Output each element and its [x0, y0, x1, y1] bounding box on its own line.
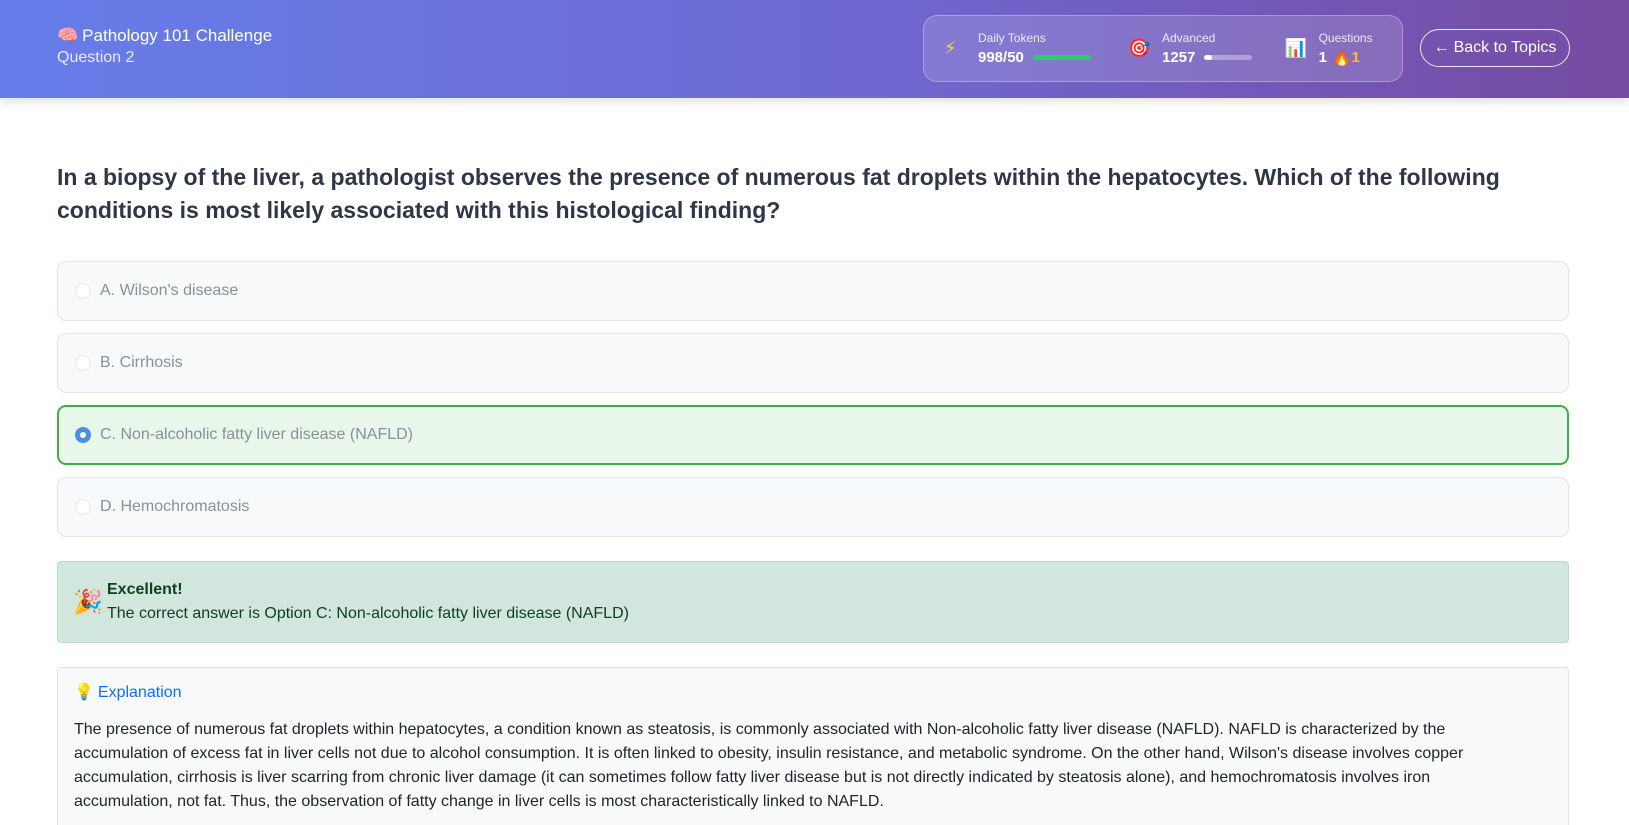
answer-feedback: 🎉 Excellent! The correct answer is Optio… — [57, 561, 1569, 643]
fire-icon: 🔥 — [1332, 49, 1352, 67]
challenge-title-text: Pathology 101 Challenge — [82, 26, 273, 45]
questions-label: Questions — [1318, 30, 1373, 45]
daily-tokens-progress — [1032, 55, 1091, 60]
answer-options: A. Wilson's disease B. Cirrhosis C. Non-… — [57, 261, 1569, 549]
option-a-label: A. Wilson's disease — [100, 282, 239, 299]
streak: 🔥 1 — [1333, 49, 1360, 67]
stats-panel: ⚡ Daily Tokens 998/50 🎯 Advanced 1257 📊 … — [923, 15, 1403, 82]
explanation-title: Explanation — [97, 684, 182, 701]
question-text: In a biopsy of the liver, a pathologist … — [57, 164, 1500, 223]
target-icon: 🎯 — [1127, 38, 1151, 58]
explanation-text: The presence of numerous fat droplets wi… — [74, 721, 1464, 810]
lightbulb-icon: 💡 — [74, 684, 94, 701]
option-d-radio[interactable] — [75, 499, 91, 515]
option-c-radio[interactable] — [75, 427, 91, 443]
explanation-panel: 💡 Explanation The presence of numerous f… — [57, 667, 1569, 825]
back-to-topics-label: Back to Topics — [1453, 39, 1557, 56]
option-d-label: D. Hemochromatosis — [100, 498, 250, 515]
option-c[interactable]: C. Non-alcoholic fatty liver disease (NA… — [57, 405, 1569, 465]
top-header: 🧠 Pathology 101 Challenge Question 2 ⚡ D… — [0, 0, 1629, 98]
daily-tokens-progress-fill — [1032, 55, 1091, 60]
questions-stat: 📊 Questions 1 🔥 1 — [1285, 31, 1402, 67]
level-progress-fill — [1204, 55, 1212, 60]
option-b-label: B. Cirrhosis — [100, 354, 183, 371]
questions-count: 1 — [1318, 48, 1327, 66]
brain-icon: 🧠 — [57, 26, 79, 45]
question-counter: Question 2 — [57, 49, 135, 66]
option-d[interactable]: D. Hemochromatosis — [57, 477, 1569, 537]
option-c-label: C. Non-alcoholic fatty liver disease (NA… — [100, 426, 413, 443]
daily-tokens-stat: ⚡ Daily Tokens 998/50 — [944, 31, 1128, 67]
feedback-text: The correct answer is Option C: Non-alco… — [107, 605, 629, 622]
back-to-topics-button[interactable]: ← Back to Topics — [1420, 29, 1570, 67]
option-b[interactable]: B. Cirrhosis — [57, 333, 1569, 393]
option-b-radio[interactable] — [75, 355, 91, 371]
level-score: 1257 — [1161, 48, 1196, 66]
party-popper-icon: 🎉 — [73, 588, 103, 616]
level-label: Advanced — [1161, 30, 1216, 45]
brand: 🧠 Pathology 101 Challenge Question 2 — [57, 25, 272, 69]
level-stat: 🎯 Advanced 1257 — [1128, 31, 1285, 67]
lightning-icon: ⚡ — [944, 38, 957, 58]
arrow-left-icon: ← — [1433, 39, 1450, 56]
streak-count: 1 — [1351, 48, 1360, 66]
level-progress — [1204, 55, 1253, 60]
daily-tokens-value: 998/50 — [978, 48, 1024, 66]
challenge-title: 🧠 Pathology 101 Challenge — [57, 25, 272, 47]
feedback-title: Excellent! — [107, 581, 183, 598]
option-a-radio[interactable] — [75, 283, 91, 299]
daily-tokens-label: Daily Tokens — [978, 30, 1046, 45]
option-a[interactable]: A. Wilson's disease — [57, 261, 1569, 321]
explanation-header: 💡 Explanation — [74, 681, 1552, 705]
bar-chart-icon: 📊 — [1284, 38, 1307, 58]
